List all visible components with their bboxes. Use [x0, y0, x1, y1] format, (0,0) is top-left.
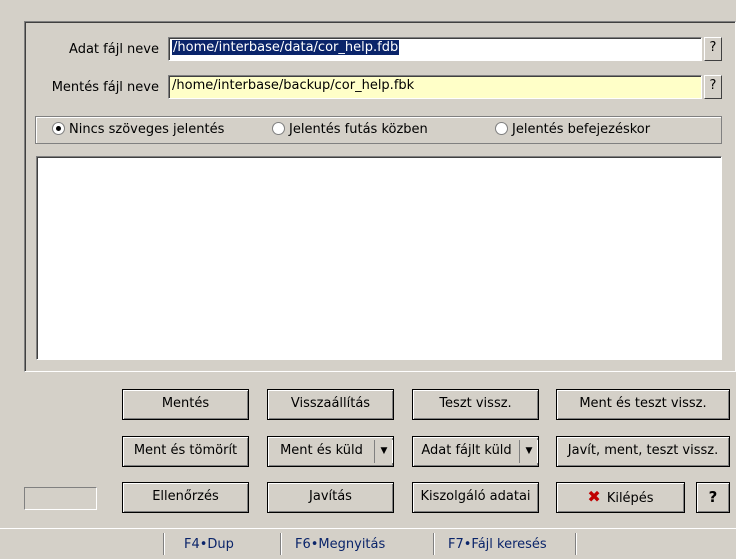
check-button[interactable]: Ellenőrzés — [122, 482, 249, 513]
test-restore-button[interactable]: Teszt vissz. — [412, 389, 539, 420]
radio-no-report-label: Nincs szöveges jelentés — [69, 122, 225, 137]
backup-send-button-label: Ment és küld — [280, 443, 363, 458]
help-button-label: ? — [708, 488, 718, 506]
backup-compress-button-label: Ment és tömörít — [133, 443, 238, 458]
status-indicator-box — [24, 487, 97, 510]
send-data-file-button[interactable]: Adat fájlt küld ▼ — [412, 436, 539, 467]
status-separator — [163, 533, 164, 555]
backup-file-value: /home/interbase/backup/cor_help.fbk — [172, 78, 415, 93]
test-restore-button-label: Teszt vissz. — [439, 396, 512, 411]
exit-button[interactable]: ✖ Kilépés — [556, 482, 685, 513]
backup-button[interactable]: Mentés — [122, 389, 249, 420]
status-separator — [433, 533, 434, 555]
backup-file-label: Mentés fájl neve — [51, 80, 159, 95]
fix-button-label: Javítás — [309, 489, 352, 504]
status-item-open[interactable]: F6•Megnyitás — [295, 537, 385, 552]
data-file-help-button[interactable]: ? — [704, 37, 722, 61]
status-item-file-search[interactable]: F7•Fájl keresés — [448, 537, 547, 552]
radio-report-after[interactable]: Jelentés befejezéskor — [495, 122, 650, 137]
fix-button[interactable]: Javítás — [267, 482, 394, 513]
radio-empty-icon — [495, 122, 508, 135]
radio-empty-icon — [272, 122, 285, 135]
fix-backup-test-button-label: Javít, ment, teszt vissz. — [567, 443, 719, 458]
restore-button-label: Visszaállítás — [290, 396, 371, 411]
backup-and-test-button[interactable]: Ment és teszt vissz. — [556, 389, 730, 420]
backup-and-test-button-label: Ment és teszt vissz. — [579, 396, 707, 411]
backup-button-label: Mentés — [161, 396, 210, 411]
radio-report-during-label: Jelentés futás közben — [289, 122, 428, 137]
status-separator — [280, 533, 281, 555]
radio-selected-icon — [52, 122, 65, 135]
dropdown-arrow-icon[interactable]: ▼ — [374, 440, 393, 463]
radio-report-during[interactable]: Jelentés futás közben — [272, 122, 428, 137]
data-file-value: /home/interbase/data/cor_help.fdb — [172, 40, 400, 55]
status-item-dup[interactable]: F4•Dup — [184, 537, 234, 552]
backup-file-input[interactable]: /home/interbase/backup/cor_help.fbk — [168, 75, 702, 99]
close-x-icon: ✖ — [587, 487, 601, 506]
radio-report-after-label: Jelentés befejezéskor — [512, 122, 651, 137]
exit-button-label: Kilépés — [606, 491, 654, 506]
help-button[interactable]: ? — [696, 482, 730, 513]
server-info-button[interactable]: Kiszolgáló adatai — [412, 482, 539, 513]
radio-no-report[interactable]: Nincs szöveges jelentés — [52, 122, 224, 137]
status-separator — [575, 533, 576, 555]
backup-send-button[interactable]: Ment és küld ▼ — [267, 436, 394, 467]
server-info-button-label: Kiszolgáló adatai — [420, 489, 531, 504]
backup-file-help-button[interactable]: ? — [704, 75, 722, 99]
report-log-area[interactable] — [36, 156, 722, 360]
backup-compress-button[interactable]: Ment és tömörít — [122, 436, 249, 467]
status-bar: F4•Dup F6•Megnyitás F7•Fájl keresés — [0, 528, 736, 559]
data-file-input[interactable]: /home/interbase/data/cor_help.fdb — [168, 37, 702, 61]
restore-button[interactable]: Visszaállítás — [267, 389, 394, 420]
dropdown-arrow-icon[interactable]: ▼ — [519, 440, 538, 463]
check-button-label: Ellenőrzés — [152, 489, 219, 504]
send-data-file-button-label: Adat fájlt küld — [421, 443, 512, 458]
fix-backup-test-button[interactable]: Javít, ment, teszt vissz. — [556, 436, 730, 467]
data-file-label: Adat fájl neve — [69, 42, 159, 57]
